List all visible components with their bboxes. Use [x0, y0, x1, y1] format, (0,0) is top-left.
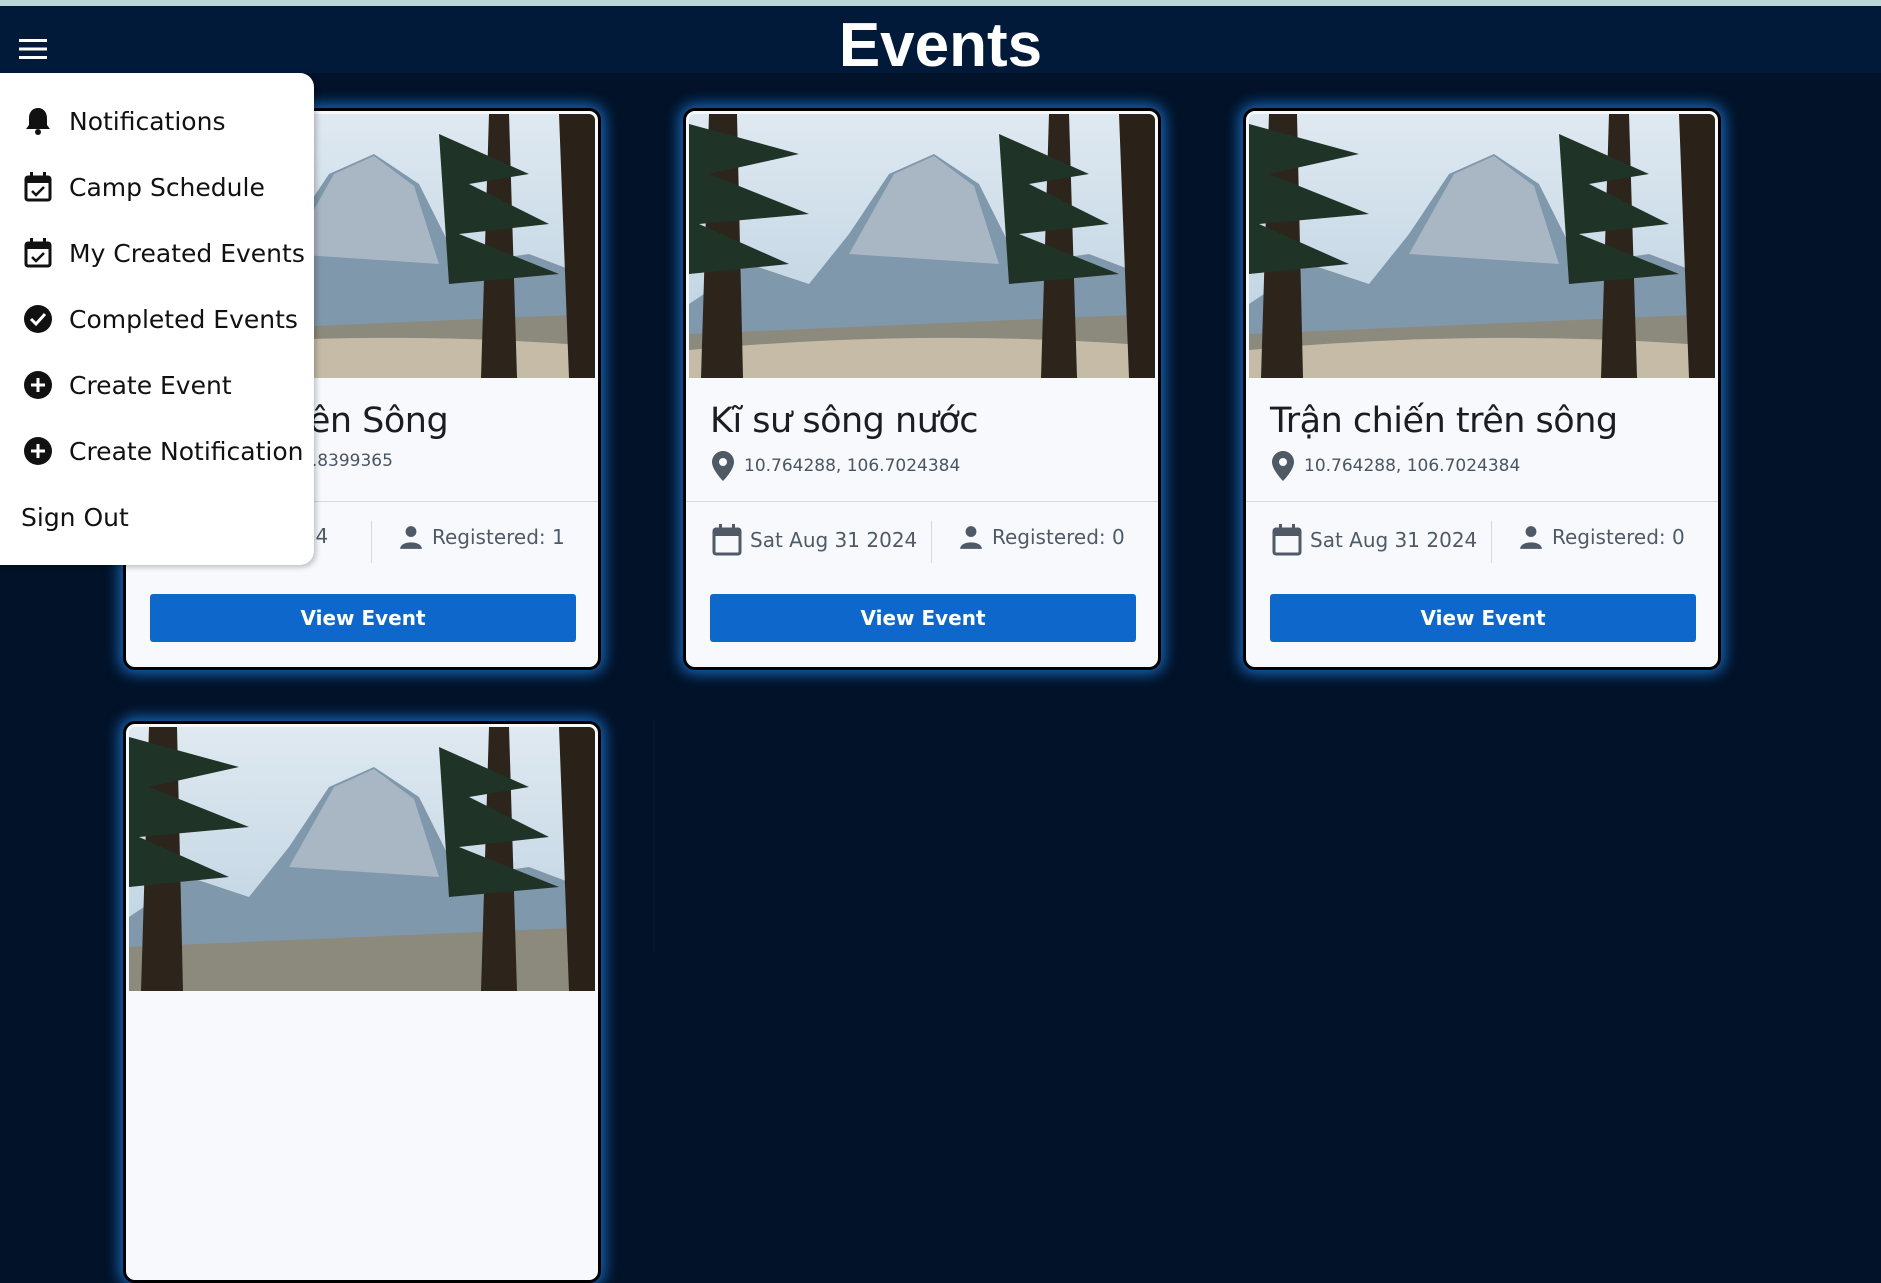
- view-event-button[interactable]: View Event: [1270, 594, 1696, 642]
- menu-item-completed-events[interactable]: Completed Events: [0, 294, 314, 344]
- event-image: [1249, 114, 1715, 378]
- event-location: 10.764288, 106.7024384: [712, 451, 960, 481]
- menu-item-notifications[interactable]: Notifications: [0, 96, 314, 146]
- column-divider: [653, 720, 655, 952]
- event-image: [129, 727, 595, 991]
- event-date: Sat Aug 31 2024: [712, 524, 917, 556]
- event-registered: Registered: 0: [958, 524, 1125, 550]
- menu-item-label: Completed Events: [69, 304, 298, 334]
- card-separator: [1246, 501, 1718, 502]
- meta-separator: [1491, 521, 1492, 563]
- view-event-button[interactable]: View Event: [150, 594, 576, 642]
- app-header: Events: [0, 6, 1881, 80]
- sign-out-button[interactable]: Sign Out: [0, 492, 314, 542]
- location-coordinates: 6.8399365: [301, 451, 393, 471]
- event-registered: Registered: 0: [1518, 524, 1685, 550]
- navigation-menu: Notifications Camp Schedule My Created E…: [0, 73, 314, 565]
- event-location: 10.764288, 106.7024384: [1272, 451, 1520, 481]
- sign-out-label: Sign Out: [21, 502, 129, 532]
- card-separator: [686, 501, 1158, 502]
- menu-item-my-created-events[interactable]: My Created Events: [0, 228, 314, 278]
- menu-item-label: Notifications: [69, 106, 226, 136]
- view-event-button[interactable]: View Event: [710, 594, 1136, 642]
- event-title: Kĩ sư sông nước: [710, 401, 979, 441]
- hamburger-menu-button[interactable]: [16, 32, 50, 66]
- person-icon: [960, 526, 982, 549]
- meta-separator: [371, 521, 372, 563]
- location-coordinates: 10.764288, 106.7024384: [1304, 456, 1521, 476]
- event-title: Trận chiến trên sông: [1270, 401, 1618, 441]
- event-registered: Registered: 1: [398, 524, 565, 550]
- event-image: [689, 114, 1155, 378]
- menu-item-camp-schedule[interactable]: Camp Schedule: [0, 162, 314, 212]
- menu-item-label: My Created Events: [69, 238, 305, 268]
- event-location: 6.8399365: [301, 451, 393, 471]
- event-date-text: Sat Aug 31 2024: [1310, 528, 1478, 552]
- event-card: Trận chiến trên sông 10.764288, 106.7024…: [1243, 108, 1721, 670]
- meta-separator: [931, 521, 932, 563]
- map-pin-icon: [1272, 451, 1294, 481]
- page-title: Events: [838, 11, 1043, 80]
- calendar-check-icon: [22, 237, 54, 269]
- calendar-icon: [1272, 524, 1302, 556]
- event-card: [123, 721, 601, 1283]
- registered-count: Registered: 0: [992, 525, 1125, 549]
- calendar-check-icon: [22, 171, 54, 203]
- plus-circle-icon: [22, 435, 54, 467]
- registered-count: Registered: 0: [1552, 525, 1685, 549]
- registered-count: Registered: 1: [432, 525, 565, 549]
- check-circle-icon: [22, 303, 54, 335]
- menu-item-label: Create Event: [69, 370, 232, 400]
- plus-circle-icon: [22, 369, 54, 401]
- menu-item-label: Camp Schedule: [69, 172, 265, 202]
- map-pin-icon: [712, 451, 734, 481]
- menu-item-create-event[interactable]: Create Event: [0, 360, 314, 410]
- person-icon: [1520, 526, 1542, 549]
- menu-item-create-notification[interactable]: Create Notification: [0, 426, 314, 476]
- person-icon: [400, 526, 422, 549]
- event-date-text: Sat Aug 31 2024: [750, 528, 918, 552]
- bell-icon: [22, 105, 54, 137]
- hamburger-menu-icon: [19, 39, 47, 59]
- calendar-icon: [712, 524, 742, 556]
- menu-item-label: Create Notification: [69, 436, 304, 466]
- event-card: Kĩ sư sông nước 10.764288, 106.7024384 S…: [683, 108, 1161, 670]
- location-coordinates: 10.764288, 106.7024384: [744, 456, 961, 476]
- event-date: Sat Aug 31 2024: [1272, 524, 1477, 556]
